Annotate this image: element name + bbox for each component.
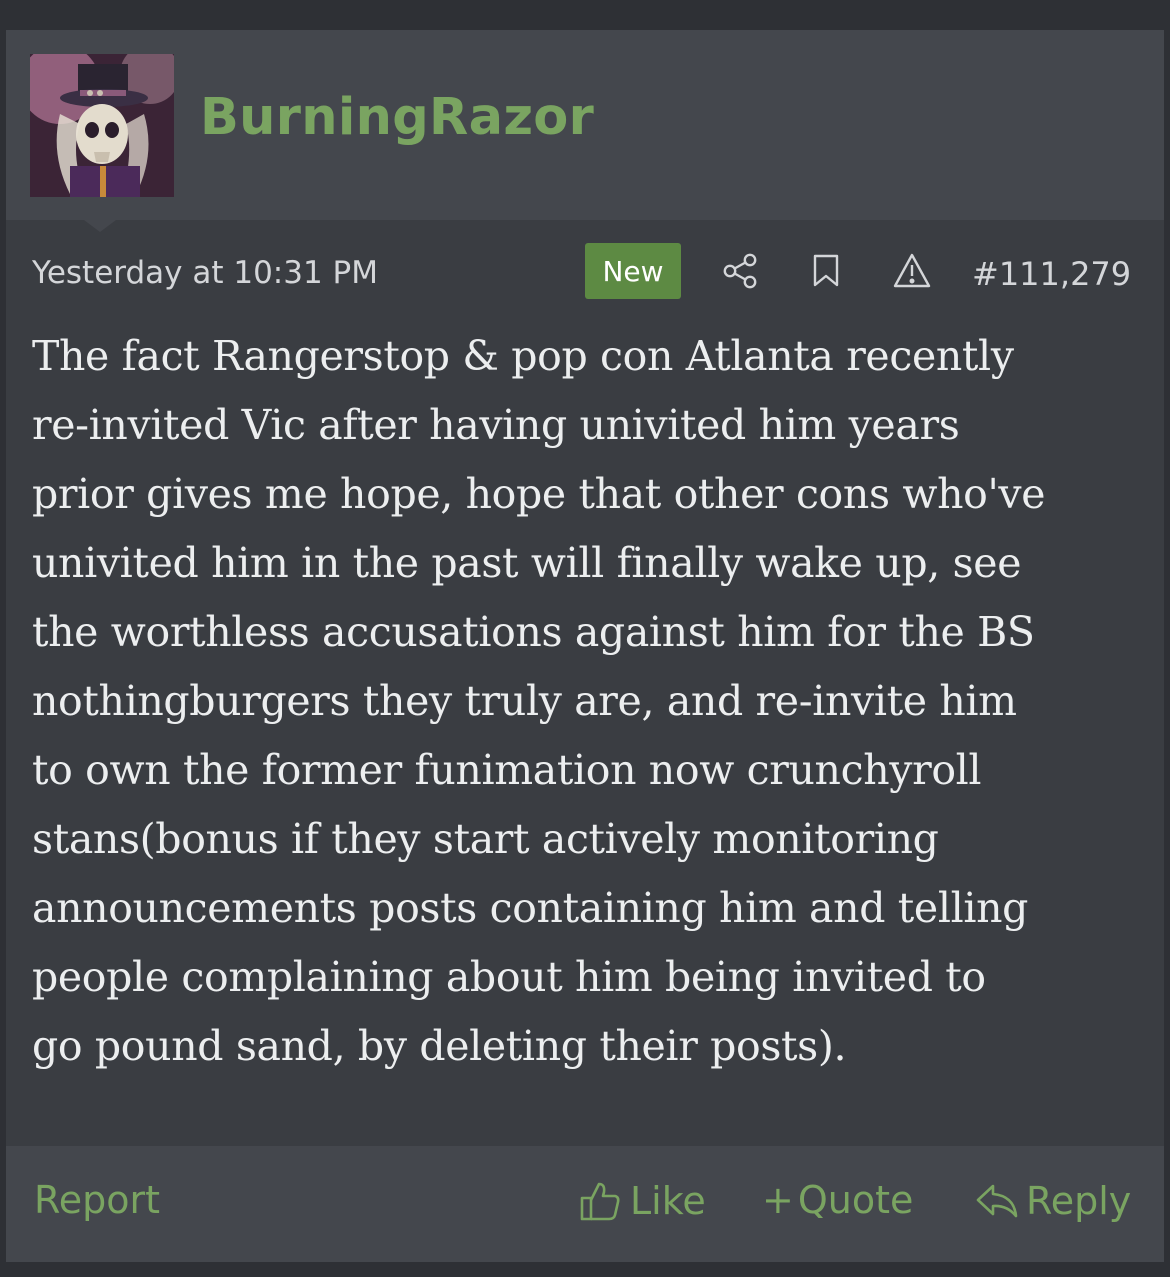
post-body-line: nothingburgers they truly are, and re-in…	[32, 677, 1017, 725]
username-link[interactable]: BurningRazor	[200, 88, 594, 147]
post-card: BurningRazor Yesterday at 10:31 PM New #…	[6, 30, 1164, 1262]
reply-label: Reply	[1026, 1179, 1132, 1223]
post-body-line: prior gives me hope, hope that other con…	[32, 470, 1046, 518]
post-body-line: univited him in the past will finally wa…	[32, 539, 1022, 587]
bookmark-icon[interactable]	[806, 251, 846, 291]
post-body: The fact Rangerstop & pop con Atlanta re…	[32, 322, 1142, 1081]
quote-label: Quote	[797, 1178, 914, 1222]
post-body-line: stans(bonus if they start actively monit…	[32, 815, 939, 863]
post-permalink[interactable]: #111,279	[972, 255, 1131, 293]
reply-button[interactable]: Reply	[974, 1178, 1131, 1224]
quote-button[interactable]: + Quote	[762, 1178, 913, 1222]
warning-icon[interactable]	[892, 251, 932, 291]
avatar-pointer	[84, 220, 116, 232]
new-badge: New	[585, 243, 681, 299]
reply-arrow-icon	[974, 1178, 1020, 1224]
post-body-line: to own the former funimation now crunchy…	[32, 746, 982, 794]
post-timestamp[interactable]: Yesterday at 10:31 PM	[32, 255, 378, 291]
user-header: BurningRazor	[6, 30, 1164, 220]
post-meta: Yesterday at 10:31 PM New #111,279	[6, 242, 1164, 302]
post-body-line: go pound sand, by deleting their posts).	[32, 1022, 847, 1070]
post-body-line: The fact Rangerstop & pop con Atlanta re…	[32, 332, 1014, 380]
post-body-line: re-invited Vic after having univited him…	[32, 401, 960, 449]
share-icon[interactable]	[721, 251, 761, 291]
like-button[interactable]: Like	[578, 1178, 706, 1224]
plus-icon: +	[762, 1178, 794, 1222]
report-button[interactable]: Report	[34, 1178, 160, 1222]
avatar[interactable]	[30, 54, 174, 197]
post-body-line: announcements posts containing him and t…	[32, 884, 1029, 932]
post-body-line: the worthless accusations against him fo…	[32, 608, 1035, 656]
like-label: Like	[630, 1179, 706, 1223]
post-body-line: people complaining about him being invit…	[32, 953, 986, 1001]
thumbs-up-icon	[578, 1178, 624, 1224]
post-actions: Report Like + Quote Reply	[6, 1146, 1164, 1262]
avatar-skull-icon	[30, 54, 174, 197]
